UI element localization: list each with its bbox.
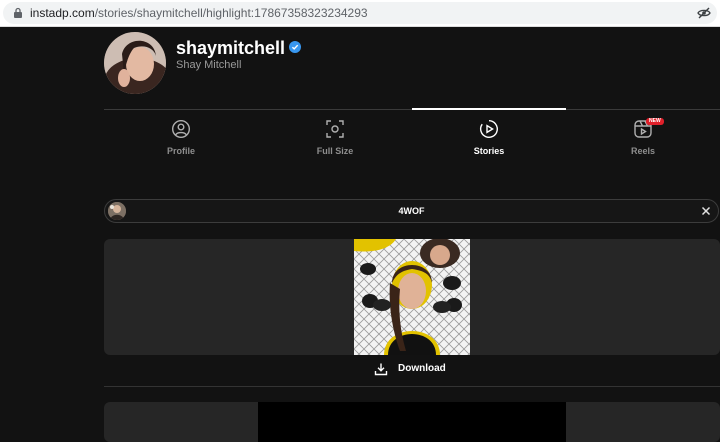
profile-full-name: Shay Mitchell (176, 59, 242, 71)
story-image[interactable] (354, 239, 470, 355)
tab-full-size[interactable]: Full Size (258, 110, 412, 166)
story-image-next[interactable] (258, 402, 566, 442)
story-card (104, 239, 720, 355)
highlight-selector[interactable]: 4WOF (104, 199, 719, 223)
user-circle-icon (171, 119, 191, 139)
profile-username: shaymitchell (176, 37, 302, 59)
browser-address-bar: instadp.com/stories/shaymitchell/highlig… (0, 0, 720, 27)
story-card-next (104, 402, 720, 442)
tab-reels[interactable]: NEW Reels (566, 110, 720, 166)
lock-icon (14, 7, 22, 18)
close-icon[interactable] (700, 205, 712, 217)
url-field[interactable]: instadp.com/stories/shaymitchell/highlig… (3, 2, 717, 24)
verified-badge-icon (289, 41, 302, 53)
download-icon (374, 363, 388, 376)
tab-stories[interactable]: Stories (412, 110, 566, 166)
content-divider (104, 386, 720, 387)
eye-slash-icon[interactable] (697, 6, 711, 20)
focus-frame-icon (326, 120, 344, 138)
highlight-title: 4WOF (398, 206, 425, 216)
avatar (104, 32, 166, 94)
tab-profile[interactable]: Profile (104, 110, 258, 166)
avatar-photo (104, 32, 166, 94)
new-badge: NEW (646, 118, 664, 125)
url-text: instadp.com/stories/shaymitchell/highlig… (30, 6, 368, 20)
download-label: Download (398, 363, 446, 374)
play-circle-icon (479, 120, 498, 138)
